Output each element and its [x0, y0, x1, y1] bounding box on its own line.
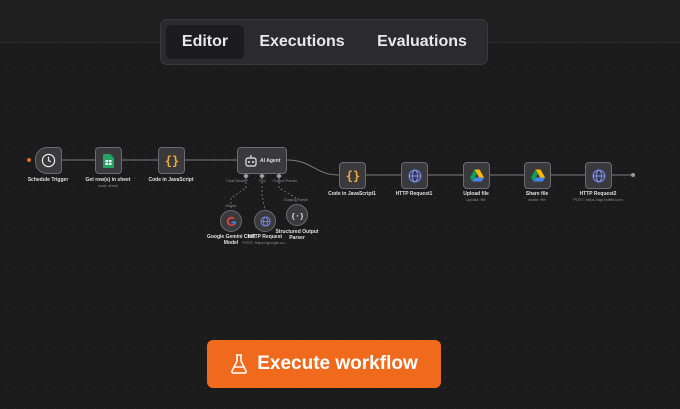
- braces-parser-icon: {·}: [292, 211, 303, 220]
- svg-text:{}: {}: [165, 154, 179, 168]
- globe-icon: [408, 169, 421, 182]
- node-label: Code in JavaScript1: [328, 191, 376, 197]
- node-http-request1[interactable]: [401, 162, 428, 189]
- node-code-javascript1[interactable]: {}: [339, 162, 366, 189]
- globe-icon: [259, 215, 271, 227]
- google-drive-icon: [469, 169, 484, 182]
- node-label: AI Agent: [260, 158, 281, 164]
- view-tabs: Editor Executions Evaluations: [160, 19, 488, 65]
- node-code-javascript[interactable]: {}: [158, 147, 185, 174]
- port-label-output-parser: Output Parser: [272, 178, 298, 183]
- svg-text:{}: {}: [346, 169, 360, 183]
- tab-executions[interactable]: Executions: [247, 25, 357, 59]
- node-schedule-trigger[interactable]: [35, 147, 62, 174]
- clock-icon: [41, 153, 56, 168]
- output-handle[interactable]: [631, 173, 635, 177]
- flask-icon: [231, 354, 248, 374]
- node-label: Code in JavaScript: [148, 177, 194, 183]
- execute-workflow-button[interactable]: Execute workflow: [207, 340, 441, 388]
- node-upload-file[interactable]: [463, 162, 490, 189]
- node-http-request2[interactable]: [585, 162, 612, 189]
- execute-workflow-label: Execute workflow: [257, 353, 418, 374]
- node-label: HTTP Request1: [395, 191, 433, 197]
- node-label: Structured Output Parser: [275, 229, 319, 241]
- node-get-rows[interactable]: [95, 147, 122, 174]
- code-braces-icon: {}: [165, 154, 179, 168]
- code-braces-icon: {}: [346, 169, 360, 183]
- svg-text:{·}: {·}: [292, 211, 303, 220]
- globe-icon: [592, 169, 605, 182]
- port-label-model: Model: [225, 203, 237, 208]
- node-subtitle: upload: file: [466, 197, 486, 202]
- port-label-output-parser: Output Parser: [283, 197, 309, 202]
- node-label: Schedule Trigger: [27, 177, 69, 183]
- google-drive-icon: [530, 169, 545, 182]
- robot-icon: [245, 154, 257, 167]
- node-structured-output-parser[interactable]: {·}: [286, 204, 308, 226]
- google-g-icon: [226, 216, 236, 226]
- tab-evaluations[interactable]: Evaluations: [361, 25, 483, 59]
- tab-editor[interactable]: Editor: [166, 25, 244, 59]
- connection-line: [286, 159, 340, 176]
- node-share-file[interactable]: [524, 162, 551, 189]
- node-subtitle: POST: https://api.buffer.com: [573, 197, 623, 202]
- node-ai-agent[interactable]: AI Agent: [237, 147, 287, 174]
- node-subtitle: share: file: [528, 197, 546, 202]
- node-subtitle: read: sheet: [97, 183, 118, 188]
- node-google-gemini-chat-model[interactable]: [220, 210, 242, 232]
- trigger-indicator-dot: [27, 158, 31, 162]
- google-sheets-icon: [103, 153, 114, 168]
